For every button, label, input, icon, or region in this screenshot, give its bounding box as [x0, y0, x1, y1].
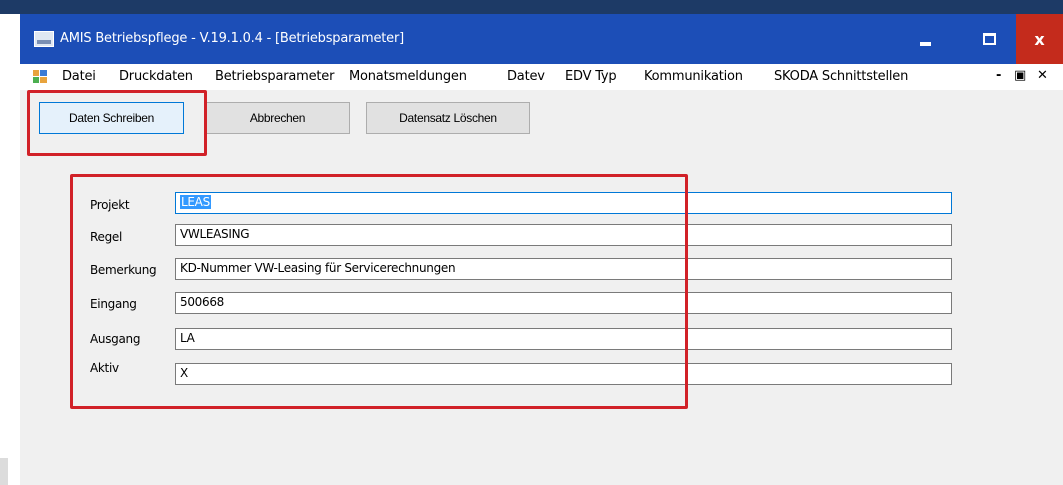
app-icon [34, 31, 54, 47]
menu-betriebsparameter[interactable]: Betriebsparameter [215, 69, 334, 84]
menu-monatsmeldungen[interactable]: Monatsmeldungen [349, 69, 467, 84]
minimize-icon [920, 42, 931, 46]
menu-kommunikation[interactable]: Kommunikation [644, 69, 743, 84]
menu-druckdaten[interactable]: Druckdaten [119, 69, 193, 84]
app-window: AMIS Betriebspflege - V.19.1.0.4 - [Betr… [20, 14, 1063, 485]
mdi-close-button[interactable]: ✕ [1037, 68, 1048, 83]
annotation-box-form [70, 174, 688, 409]
title-bar: AMIS Betriebspflege - V.19.1.0.4 - [Betr… [20, 14, 1063, 64]
annotation-box-buttons [27, 90, 207, 156]
menu-bar: Datei Druckdaten Betriebsparameter Monat… [20, 64, 1063, 90]
desktop-background [0, 0, 1063, 14]
delete-record-button[interactable]: Datensatz Löschen [366, 102, 530, 134]
desktop-edge [0, 14, 20, 485]
cancel-button[interactable]: Abbrechen [205, 102, 350, 134]
minimize-button[interactable] [902, 14, 949, 64]
menu-skoda-schnittstellen[interactable]: SKODA Schnittstellen [774, 69, 908, 84]
mdi-child-icon[interactable] [33, 70, 47, 83]
mdi-restore-button[interactable]: ▣ [1014, 68, 1026, 83]
maximize-button[interactable] [966, 14, 1013, 64]
mdi-minimize-button[interactable]: - [996, 68, 1001, 83]
menu-datev[interactable]: Datev [507, 69, 545, 84]
close-button[interactable]: x [1016, 14, 1063, 64]
taskbar-edge [0, 458, 8, 485]
window-title: AMIS Betriebspflege - V.19.1.0.4 - [Betr… [60, 31, 404, 46]
menu-edv-typ[interactable]: EDV Typ [565, 69, 617, 84]
close-icon: x [1034, 29, 1045, 49]
maximize-icon [983, 33, 996, 45]
menu-datei[interactable]: Datei [62, 69, 96, 84]
